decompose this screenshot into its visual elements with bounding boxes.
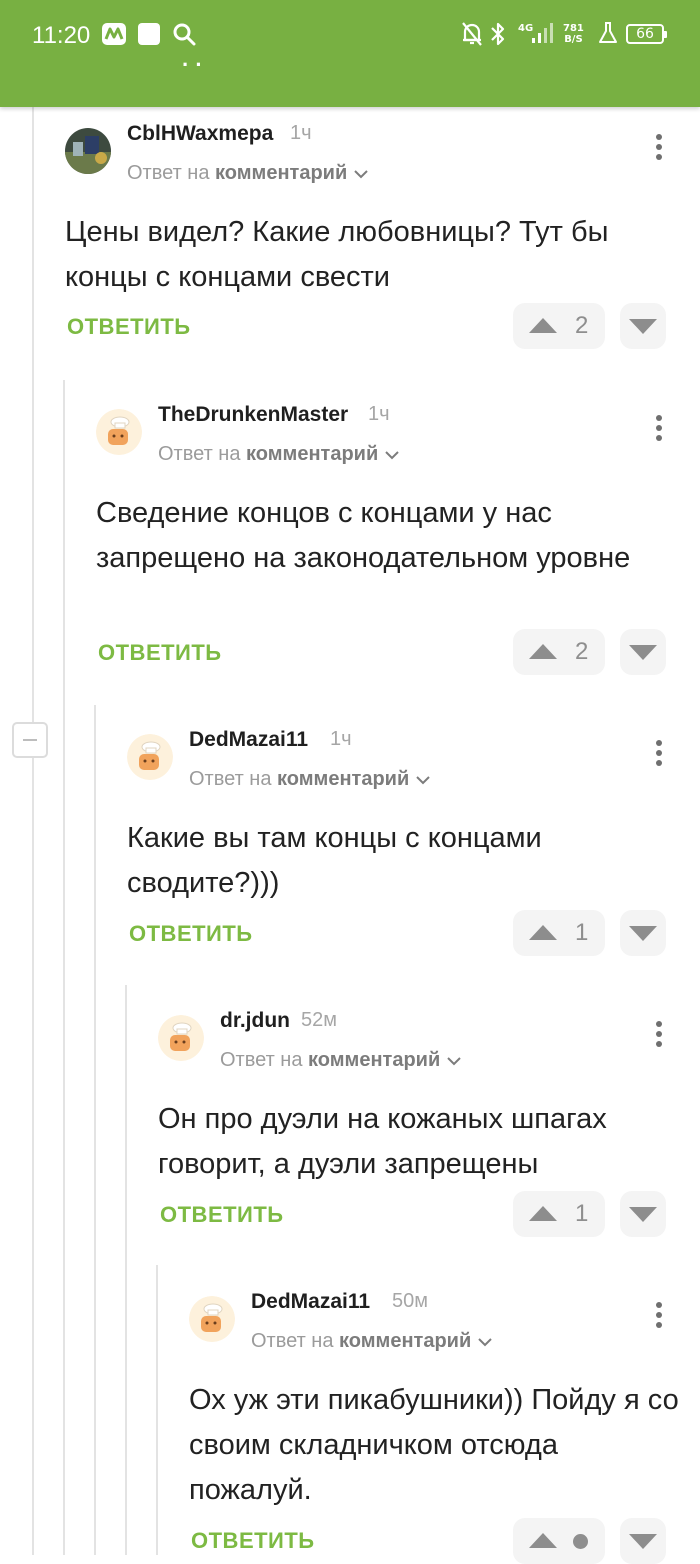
- reply-to[interactable]: Ответ на комментарий: [189, 768, 431, 791]
- arrow-up-icon: [529, 1533, 557, 1548]
- arrow-down-icon: [629, 1534, 657, 1549]
- downvote-button[interactable]: [620, 910, 666, 956]
- network-speed-value: 781: [563, 23, 584, 34]
- reply-target-link[interactable]: комментарий: [308, 1049, 440, 1071]
- reply-target-link[interactable]: комментарий: [277, 768, 409, 790]
- flask-icon: [598, 21, 618, 50]
- reply-prefix: Ответ на: [189, 768, 272, 790]
- username[interactable]: DedMazai11: [251, 1290, 370, 1314]
- reply-target-link[interactable]: комментарий: [246, 443, 378, 465]
- bluetooth-icon: [489, 21, 507, 52]
- avatar[interactable]: [158, 1015, 204, 1061]
- comment-time: 1ч: [330, 728, 352, 750]
- reply-to[interactable]: Ответ на комментарий: [127, 162, 369, 185]
- upvote-button[interactable]: 2: [513, 629, 605, 675]
- arrow-up-icon: [529, 1206, 557, 1221]
- arrow-up-icon: [529, 318, 557, 333]
- comment-time: 50м: [392, 1290, 428, 1312]
- arrow-down-icon: [629, 645, 657, 660]
- thread-line[interactable]: [125, 985, 127, 1555]
- reply-to[interactable]: Ответ на комментарий: [251, 1330, 493, 1353]
- reply-button[interactable]: ОТВЕТИТЬ: [191, 1528, 315, 1554]
- comment-time: 1ч: [368, 403, 390, 425]
- avatar[interactable]: [189, 1296, 235, 1342]
- more-options-icon[interactable]: [653, 134, 665, 164]
- white-square-icon: [137, 22, 161, 51]
- avatar[interactable]: [96, 409, 142, 455]
- comment-text: Ох уж эти пикабушники)) Пойду я со своим…: [189, 1384, 679, 1506]
- reply-target-link[interactable]: комментарий: [339, 1330, 471, 1352]
- reply-target-link[interactable]: комментарий: [215, 162, 347, 184]
- status-bar: 11:20 ·· 4G 781 B/S 66: [0, 0, 700, 107]
- reply-prefix: Ответ на: [127, 162, 210, 184]
- comment-time: 52м: [301, 1009, 337, 1031]
- comment-text: Сведение концов с концами у нас запрещен…: [96, 497, 631, 574]
- overflow-dots: ··: [182, 52, 209, 77]
- chevron-down-icon[interactable]: [384, 450, 400, 460]
- reply-button[interactable]: ОТВЕТИТЬ: [67, 314, 191, 340]
- upvote-button[interactable]: 1: [513, 910, 605, 956]
- mute-icon: [461, 21, 483, 52]
- network-speed-unit: B/S: [564, 34, 583, 45]
- username[interactable]: TheDrunkenMaster: [158, 403, 348, 427]
- vote-loading-dot: [573, 1534, 588, 1549]
- username[interactable]: DedMazai11: [189, 728, 308, 752]
- downvote-button[interactable]: [620, 1191, 666, 1237]
- avatar[interactable]: [65, 128, 111, 174]
- comment-time: 1ч: [290, 122, 312, 144]
- comment-text: Цены видел? Какие любовницы? Тут бы конц…: [65, 216, 609, 293]
- chevron-down-icon[interactable]: [415, 775, 431, 785]
- minus-icon: [23, 739, 37, 741]
- search-icon: [172, 22, 196, 51]
- reply-button[interactable]: ОТВЕТИТЬ: [160, 1202, 284, 1228]
- reply-button[interactable]: ОТВЕТИТЬ: [98, 640, 222, 666]
- network-speed: 781 B/S: [563, 23, 584, 45]
- reply-to[interactable]: Ответ на комментарий: [220, 1049, 462, 1072]
- downvote-button[interactable]: [620, 629, 666, 675]
- chevron-down-icon[interactable]: [477, 1337, 493, 1347]
- username[interactable]: CblHWaxmepa: [127, 122, 273, 146]
- reply-to[interactable]: Ответ на комментарий: [158, 443, 400, 466]
- chevron-down-icon[interactable]: [353, 169, 369, 179]
- username[interactable]: dr.jdun: [220, 1009, 290, 1033]
- upvote-button[interactable]: 2: [513, 303, 605, 349]
- chevron-down-icon[interactable]: [446, 1056, 462, 1066]
- thread-line[interactable]: [63, 380, 65, 1555]
- thread-line[interactable]: [94, 705, 96, 1555]
- vote-count: 1: [575, 1200, 589, 1227]
- arrow-up-icon: [529, 925, 557, 940]
- more-options-icon[interactable]: [653, 1302, 665, 1332]
- arrow-up-icon: [529, 644, 557, 659]
- reply-button[interactable]: ОТВЕТИТЬ: [129, 921, 253, 947]
- avatar[interactable]: [127, 734, 173, 780]
- battery-icon: 66: [626, 24, 667, 44]
- upvote-button[interactable]: 1: [513, 1191, 605, 1237]
- more-options-icon[interactable]: [653, 1021, 665, 1051]
- vote-count: 2: [575, 312, 589, 339]
- more-options-icon[interactable]: [653, 740, 665, 770]
- signal-icon: [530, 21, 556, 50]
- thread-line[interactable]: [156, 1265, 158, 1555]
- more-options-icon[interactable]: [653, 415, 665, 445]
- collapse-thread-button[interactable]: [12, 722, 48, 758]
- status-time: 11:20: [32, 22, 91, 49]
- downvote-button[interactable]: [620, 303, 666, 349]
- arrow-down-icon: [629, 319, 657, 334]
- reply-prefix: Ответ на: [220, 1049, 303, 1071]
- reply-prefix: Ответ на: [158, 443, 241, 465]
- upvote-button[interactable]: [513, 1518, 605, 1564]
- vote-count: 2: [575, 638, 589, 665]
- comment-text: Какие вы там концы с концами сводите?))): [127, 822, 542, 899]
- reply-prefix: Ответ на: [251, 1330, 334, 1352]
- app-notification-icon: [101, 22, 127, 51]
- arrow-down-icon: [629, 1207, 657, 1222]
- comment-text: Он про дуэли на кожаных шпагах говорит, …: [158, 1103, 607, 1180]
- downvote-button[interactable]: [620, 1518, 666, 1564]
- thread-line[interactable]: [32, 107, 34, 1555]
- vote-count: 1: [575, 919, 589, 946]
- arrow-down-icon: [629, 926, 657, 941]
